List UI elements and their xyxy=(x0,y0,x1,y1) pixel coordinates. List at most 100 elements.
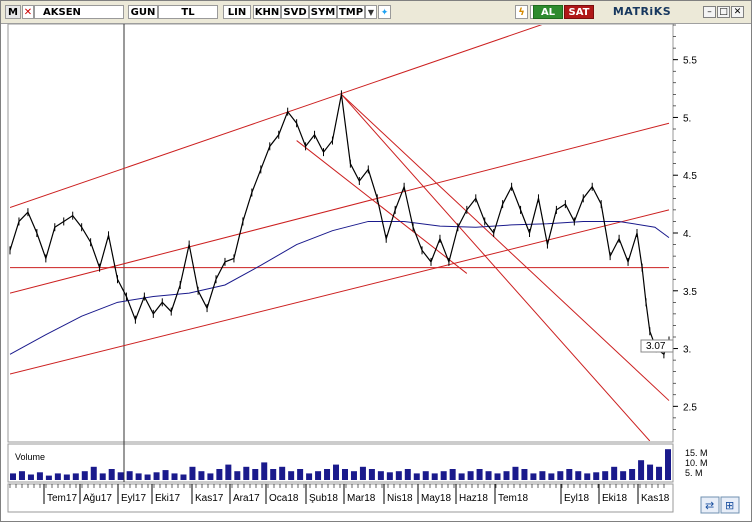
volume-bar xyxy=(359,466,366,480)
volume-bar xyxy=(10,473,16,480)
zoom-icon-glyph: ⊞ xyxy=(725,499,734,512)
volume-bar xyxy=(324,469,331,480)
volume-bar xyxy=(54,473,61,480)
x-tick-label: Eki18 xyxy=(602,493,627,504)
last-price-label: 3.07 xyxy=(646,341,666,352)
y-tick-label: 5.5 xyxy=(683,56,697,67)
volume-bar xyxy=(189,466,196,480)
volume-bar xyxy=(27,474,34,480)
y-axis: 5.5 5. 4.5 4. 3.5 3. 2.5 xyxy=(673,24,697,430)
y-tick-label: 2.5 xyxy=(683,402,697,413)
volume-bar xyxy=(620,471,627,480)
y-tick-label: 3. xyxy=(683,345,691,356)
chart-canvas: 5.5 5. 4.5 4. 3.5 3. 2.5 Tem17 Ağu17 Eyl17 Eki17 K… xyxy=(7,23,740,514)
volume-bar xyxy=(521,469,528,480)
volume-bar xyxy=(458,473,465,480)
volume-bar xyxy=(377,471,384,480)
x-tick-label: Şub18 xyxy=(309,493,338,504)
volume-bar xyxy=(602,471,609,480)
volume-bar xyxy=(449,469,456,480)
volume-bar xyxy=(440,471,447,480)
volume-bar xyxy=(180,474,187,480)
chart-window: M ✕ AKSEN GUN TL LIN KHN SVD SYM TMP ▼ ✦… xyxy=(0,0,752,522)
y-tick-label: 3.5 xyxy=(683,287,697,298)
x-tick-label: Eyl18 xyxy=(564,493,589,504)
volume-bar xyxy=(252,469,259,480)
volume-bar xyxy=(638,460,645,480)
x-tick-label: Eyl17 xyxy=(121,493,146,504)
volume-bar xyxy=(647,464,654,480)
volume-bar xyxy=(476,469,483,480)
volume-bar xyxy=(548,473,555,480)
x-tick-label: Oca18 xyxy=(269,493,299,504)
volume-bar xyxy=(306,473,313,480)
volume-bar xyxy=(126,471,133,480)
volume-bar xyxy=(315,471,322,480)
volume-label: Volume xyxy=(15,452,45,462)
volume-bar xyxy=(593,472,600,480)
volume-bar xyxy=(18,471,25,480)
volume-bar xyxy=(117,472,124,480)
volume-bar xyxy=(207,473,214,480)
x-tick-label: Ara17 xyxy=(233,493,260,504)
x-tick-label: Eki17 xyxy=(155,493,180,504)
volume-bar xyxy=(611,466,618,480)
volume-bar xyxy=(566,469,573,480)
volume-bar xyxy=(530,473,537,480)
volume-bar xyxy=(171,473,178,480)
volume-bar xyxy=(108,469,115,480)
x-tick-label: Kas18 xyxy=(641,493,670,504)
volume-bar xyxy=(350,471,357,480)
y-tick-label: 5. xyxy=(683,113,691,124)
volume-bar xyxy=(422,471,429,480)
volume-bar xyxy=(333,464,340,480)
volume-bar xyxy=(261,462,268,480)
volume-bar xyxy=(341,469,348,480)
x-tick-label: May18 xyxy=(421,493,451,504)
y-tick-label: 4.5 xyxy=(683,171,697,182)
navigate-icon-glyph: ⇄ xyxy=(705,499,714,512)
volume-bar xyxy=(512,466,519,480)
volume-bar xyxy=(270,469,277,480)
volume-bar xyxy=(297,469,304,480)
volume-bar xyxy=(153,472,160,480)
volume-bar xyxy=(368,469,375,480)
volume-bar xyxy=(234,471,241,480)
volume-bar xyxy=(99,473,106,480)
volume-bar xyxy=(629,469,636,480)
volume-bar xyxy=(144,474,151,480)
volume-bar xyxy=(656,466,663,480)
x-tick-label: Tem18 xyxy=(498,493,528,504)
x-tick-label: Mar18 xyxy=(347,493,376,504)
volume-bar xyxy=(494,473,501,480)
volume-bar xyxy=(467,471,474,480)
volume-tick-10m: 10. M xyxy=(685,458,708,468)
volume-bar xyxy=(575,471,582,480)
volume-bar xyxy=(135,473,142,480)
x-tick-label: Kas17 xyxy=(195,493,224,504)
volume-bar xyxy=(584,473,591,480)
y-tick-label: 4. xyxy=(683,229,691,240)
volume-bar xyxy=(225,464,232,480)
volume-bar xyxy=(288,471,295,480)
volume-bar xyxy=(81,471,88,480)
volume-bar xyxy=(485,471,492,480)
volume-bar xyxy=(665,449,671,480)
volume-bar xyxy=(279,466,286,480)
volume-bar xyxy=(395,471,402,480)
volume-bar xyxy=(431,473,438,480)
volume-tick-15m: 15. M xyxy=(685,448,708,458)
volume-bar xyxy=(216,469,223,480)
volume-bar xyxy=(503,471,510,480)
x-tick-label: Haz18 xyxy=(459,493,488,504)
x-tick-label: Nis18 xyxy=(387,493,413,504)
volume-bar xyxy=(243,466,250,480)
volume-bar xyxy=(63,474,70,480)
volume-bar xyxy=(45,475,52,480)
volume-bar xyxy=(386,472,393,480)
volume-bar xyxy=(413,473,420,480)
x-tick-label: Tem17 xyxy=(47,493,77,504)
volume-bar xyxy=(90,466,97,480)
x-tick-label: Ağu17 xyxy=(83,493,112,504)
volume-bar xyxy=(539,471,546,480)
